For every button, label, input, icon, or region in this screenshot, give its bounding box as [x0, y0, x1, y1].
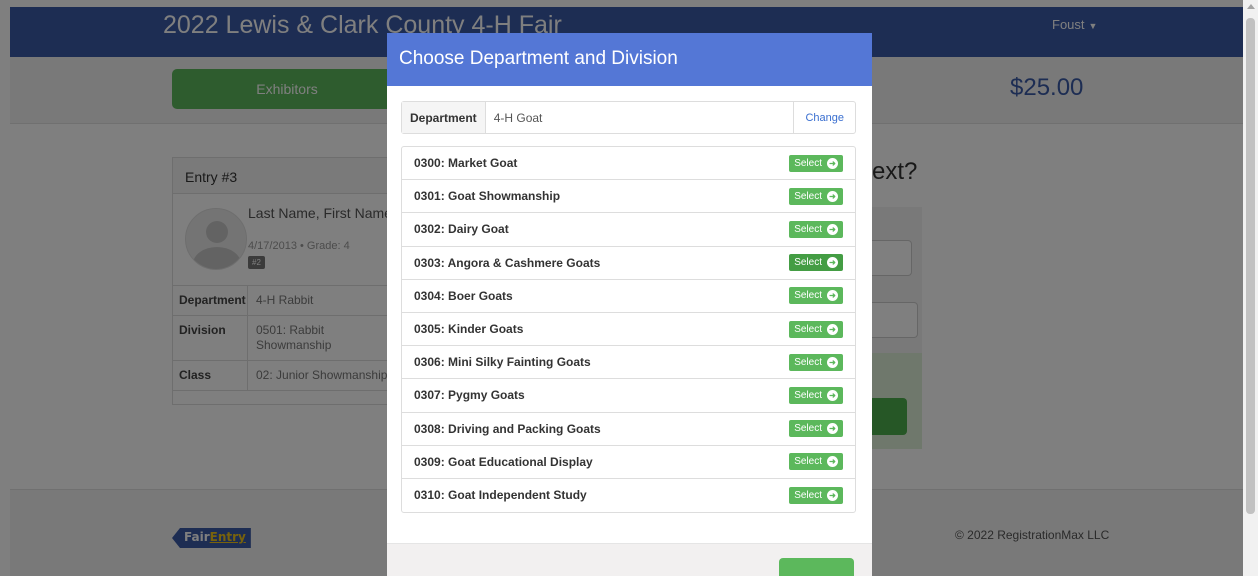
select-label: Select — [794, 356, 822, 368]
select-division-button[interactable]: Select ➜ — [789, 353, 843, 371]
division-row: 0308: Driving and Packing Goats Select ➜ — [402, 413, 855, 446]
arrow-circle-right-icon: ➜ — [827, 157, 838, 169]
arrow-circle-right-icon: ➜ — [827, 489, 838, 501]
select-label: Select — [794, 489, 822, 501]
select-division-button[interactable]: Select ➜ — [789, 486, 843, 504]
department-value: 4-H Goat — [493, 110, 543, 125]
modal-footer — [387, 543, 872, 576]
division-name: 0303: Angora & Cashmere Goats — [414, 255, 601, 270]
select-division-button[interactable]: Select ➜ — [789, 420, 843, 438]
change-department-button[interactable]: Change — [793, 102, 855, 133]
select-division-button[interactable]: Select ➜ — [789, 187, 843, 205]
select-division-button[interactable]: Select ➜ — [789, 154, 843, 172]
division-row: 0302: Dairy Goat Select ➜ — [402, 213, 855, 247]
select-label: Select — [794, 323, 822, 335]
select-division-button[interactable]: Select ➜ — [789, 254, 843, 272]
department-label: Department — [402, 102, 486, 133]
division-row: 0300: Market Goat Select ➜ — [402, 147, 855, 181]
division-name: 0310: Goat Independent Study — [414, 488, 587, 503]
department-bar: Department 4-H Goat Change — [401, 101, 856, 134]
select-division-button[interactable]: Select ➜ — [789, 453, 843, 471]
scroll-up-icon[interactable] — [1247, 4, 1255, 9]
select-label: Select — [794, 223, 822, 235]
arrow-circle-right-icon: ➜ — [827, 257, 838, 269]
department-division-modal: Choose Department and Division Departmen… — [387, 33, 872, 576]
division-row: 0309: Goat Educational Display Select ➜ — [402, 446, 855, 479]
arrow-circle-right-icon: ➜ — [827, 356, 838, 368]
select-label: Select — [794, 257, 822, 269]
modal-footer-button[interactable] — [779, 558, 854, 576]
division-name: 0308: Driving and Packing Goats — [414, 421, 601, 436]
division-row: 0304: Boer Goats Select ➜ — [402, 280, 855, 313]
division-row: 0307: Pygmy Goats Select ➜ — [402, 379, 855, 413]
select-division-button[interactable]: Select ➜ — [789, 287, 843, 305]
division-row: 0303: Angora & Cashmere Goats Select ➜ — [402, 247, 855, 280]
select-division-button[interactable]: Select ➜ — [789, 320, 843, 338]
modal-title: Choose Department and Division — [399, 48, 678, 69]
arrow-circle-right-icon: ➜ — [827, 223, 838, 235]
division-list: 0300: Market Goat Select ➜ 0301: Goat Showm… — [401, 146, 856, 514]
division-row: 0310: Goat Independent Study Select ➜ — [402, 479, 855, 512]
division-name: 0305: Kinder Goats — [414, 322, 524, 337]
division-name: 0301: Goat Showmanship — [414, 189, 561, 204]
division-row: 0306: Mini Silky Fainting Goats Select ➜ — [402, 346, 855, 380]
select-label: Select — [794, 190, 822, 202]
division-name: 0307: Pygmy Goats — [414, 388, 525, 403]
division-name: 0306: Mini Silky Fainting Goats — [414, 355, 591, 370]
arrow-circle-right-icon: ➜ — [827, 423, 838, 435]
select-label: Select — [794, 389, 822, 401]
select-division-button[interactable]: Select ➜ — [789, 220, 843, 238]
select-label: Select — [794, 456, 822, 468]
arrow-circle-right-icon: ➜ — [827, 190, 838, 202]
scroll-thumb[interactable] — [1246, 18, 1255, 514]
select-label: Select — [794, 157, 822, 169]
division-name: 0309: Goat Educational Display — [414, 454, 593, 469]
select-label: Select — [794, 290, 822, 302]
select-division-button[interactable]: Select ➜ — [789, 386, 843, 404]
division-name: 0300: Market Goat — [414, 156, 518, 171]
select-label: Select — [794, 423, 822, 435]
arrow-circle-right-icon: ➜ — [827, 456, 838, 468]
arrow-circle-right-icon: ➜ — [827, 323, 838, 335]
arrow-circle-right-icon: ➜ — [827, 389, 838, 401]
division-name: 0304: Boer Goats — [414, 288, 513, 303]
division-row: 0305: Kinder Goats Select ➜ — [402, 313, 855, 347]
modal-header: Choose Department and Division — [387, 33, 872, 86]
division-name: 0302: Dairy Goat — [414, 222, 509, 237]
arrow-circle-right-icon: ➜ — [827, 290, 838, 302]
division-row: 0301: Goat Showmanship Select ➜ — [402, 180, 855, 214]
page-scrollbar[interactable] — [1243, 0, 1258, 576]
